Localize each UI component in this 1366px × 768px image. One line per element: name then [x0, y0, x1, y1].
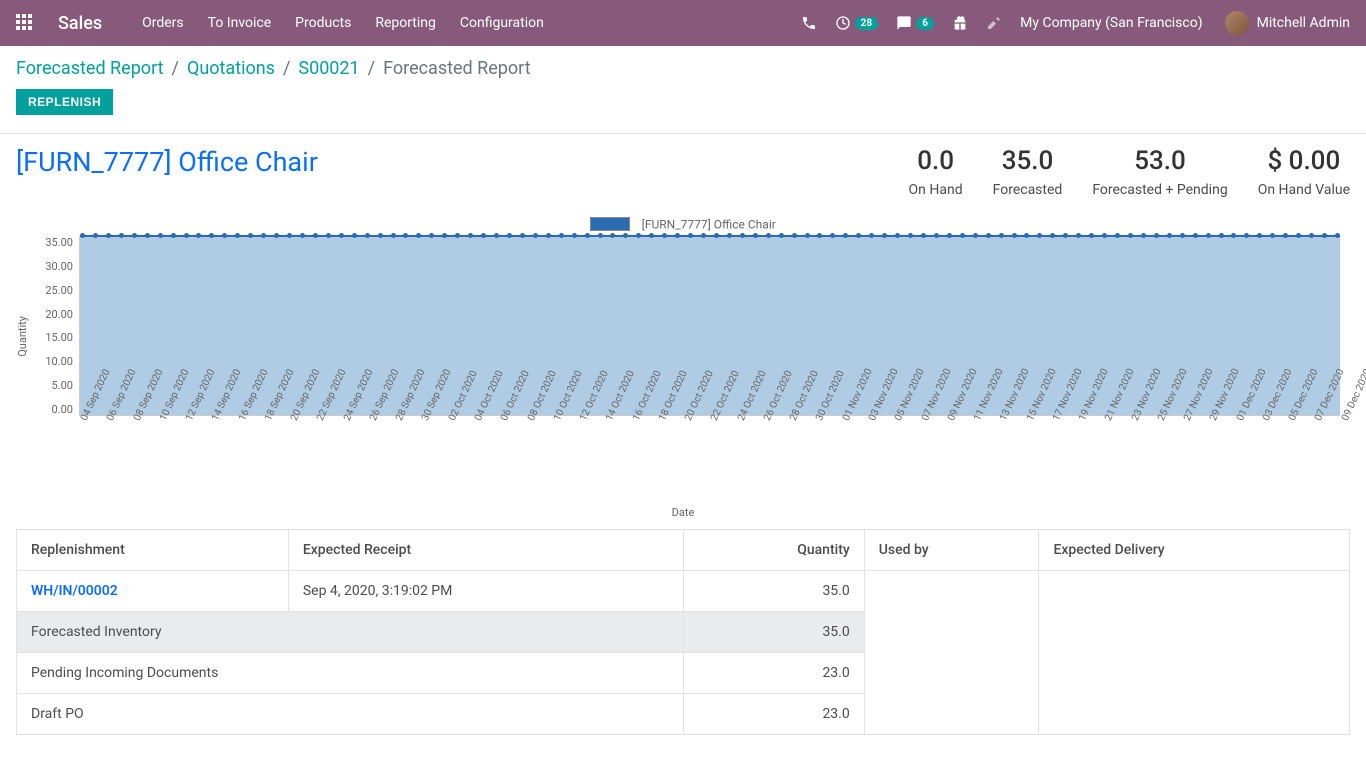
messages-icon[interactable]: 6 — [896, 15, 934, 31]
menu-configuration[interactable]: Configuration — [460, 15, 544, 31]
product-title[interactable]: [FURN_7777] Office Chair — [16, 146, 318, 178]
tools-icon[interactable] — [986, 15, 1002, 31]
menu-products[interactable]: Products — [295, 15, 351, 31]
company-switcher[interactable]: My Company (San Francisco) — [1020, 15, 1202, 31]
cell-used-by — [864, 571, 1039, 735]
crumb-quotations[interactable]: Quotations — [187, 58, 275, 79]
forecast-chart: [FURN_7777] Office Chair Quantity 0.005.… — [16, 216, 1350, 519]
th-used-by: Used by — [864, 530, 1039, 571]
y-axis-label: Quantity — [16, 316, 29, 357]
breadcrumb: Forecasted Report / Quotations / S00021 … — [16, 58, 1350, 79]
menu-orders[interactable]: Orders — [142, 15, 184, 31]
cell-receipt: Sep 4, 2020, 3:19:02 PM — [288, 571, 683, 612]
gift-icon[interactable] — [952, 15, 968, 31]
navbar: Sales Orders To Invoice Products Reporti… — [0, 0, 1366, 46]
cell-qty: 35.0 — [684, 612, 865, 653]
activities-icon[interactable]: 28 — [835, 15, 878, 31]
stat-value: 53.0 — [1092, 146, 1227, 176]
crumb-current: Forecasted Report — [383, 58, 531, 79]
legend-label: [FURN_7777] Office Chair — [642, 217, 776, 231]
stat-value: 0.0 — [909, 146, 963, 176]
stat-on-hand-value: $ 0.00 On Hand Value — [1258, 146, 1350, 198]
cell-expected-delivery — [1039, 571, 1350, 735]
stat-label: Forecasted + Pending — [1092, 182, 1227, 198]
menu-to-invoice[interactable]: To Invoice — [208, 15, 272, 31]
stat-label: On Hand — [909, 182, 963, 198]
cell-qty: 35.0 — [684, 571, 865, 612]
x-ticks: 04 Sep 202006 Sep 202008 Sep 202010 Sep … — [79, 418, 1340, 478]
cell-label: Draft PO — [17, 694, 684, 735]
stat-label: Forecasted — [993, 182, 1063, 198]
stat-value: 35.0 — [993, 146, 1063, 176]
app-brand[interactable]: Sales — [58, 13, 102, 34]
apps-icon[interactable] — [16, 14, 34, 32]
y-ticks: 0.005.0010.0015.0020.0025.0030.0035.00 — [31, 236, 77, 416]
crumb-order[interactable]: S00021 — [298, 58, 359, 79]
th-expected-receipt: Expected Receipt — [288, 530, 683, 571]
activities-badge: 28 — [855, 17, 878, 30]
crumb-forecasted-report[interactable]: Forecasted Report — [16, 58, 164, 79]
stat-value: $ 0.00 — [1258, 146, 1350, 176]
stat-forecasted-pending: 53.0 Forecasted + Pending — [1092, 146, 1227, 198]
series-dots — [80, 233, 1340, 238]
avatar — [1225, 11, 1249, 35]
stat-forecasted: 35.0 Forecasted — [993, 146, 1063, 198]
x-axis-label: Date — [16, 506, 1350, 519]
th-quantity: Quantity — [684, 530, 865, 571]
replenish-button[interactable]: Replenish — [16, 89, 113, 115]
legend-swatch — [590, 217, 630, 231]
th-replenishment: Replenishment — [17, 530, 289, 571]
cell-label: Pending Incoming Documents — [17, 653, 684, 694]
user-name: Mitchell Admin — [1257, 15, 1350, 31]
forecast-table: Replenishment Expected Receipt Quantity … — [16, 529, 1350, 735]
stat-label: On Hand Value — [1258, 182, 1350, 198]
table-row: WH/IN/00002 Sep 4, 2020, 3:19:02 PM 35.0 — [17, 571, 1350, 612]
subheader: Forecasted Report / Quotations / S00021 … — [0, 46, 1366, 121]
user-menu[interactable]: Mitchell Admin — [1225, 11, 1350, 35]
cell-qty: 23.0 — [684, 653, 865, 694]
stats: 0.0 On Hand 35.0 Forecasted 53.0 Forecas… — [909, 146, 1350, 198]
th-expected-delivery: Expected Delivery — [1039, 530, 1350, 571]
phone-icon[interactable] — [801, 15, 817, 31]
menu-reporting[interactable]: Reporting — [375, 15, 436, 31]
cell-qty: 23.0 — [684, 694, 865, 735]
cell-label: Forecasted Inventory — [17, 612, 684, 653]
stat-on-hand: 0.0 On Hand — [909, 146, 963, 198]
messages-badge: 6 — [916, 17, 934, 30]
replenishment-link[interactable]: WH/IN/00002 — [31, 583, 118, 599]
